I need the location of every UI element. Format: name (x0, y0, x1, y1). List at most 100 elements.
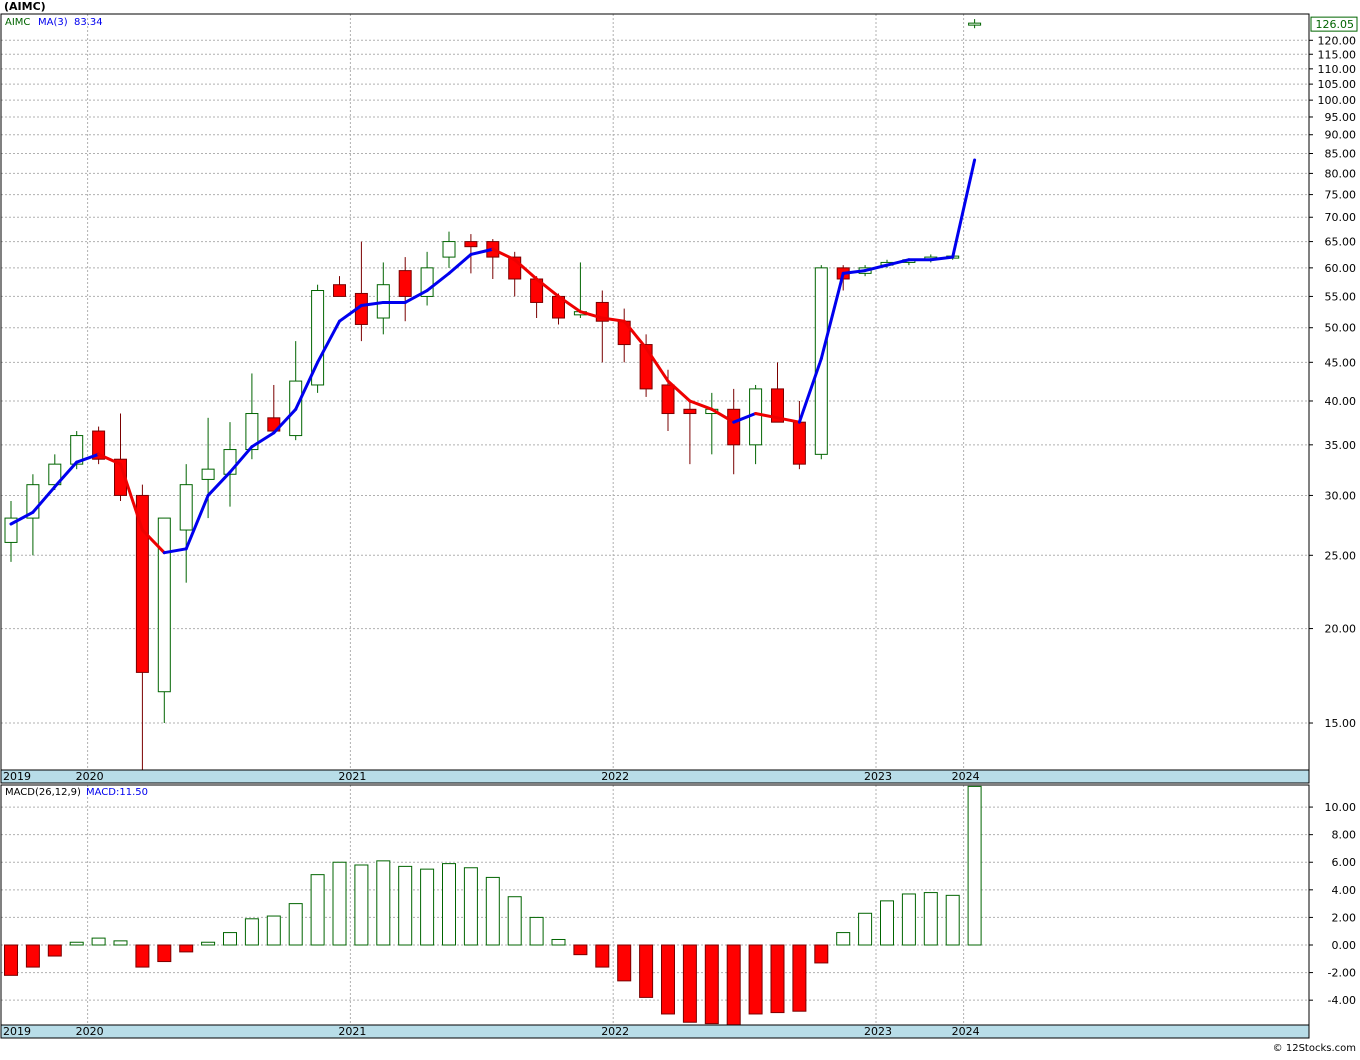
macd-bar-positive (923, 892, 938, 946)
price-x-label: 2024 (952, 770, 980, 783)
macd-bar-positive (836, 932, 851, 946)
price-tick-label: 100.00 (1318, 94, 1357, 107)
macd-bar-positive (507, 896, 522, 946)
macd-tick-label: 10.00 (1325, 801, 1357, 814)
macd-tick-label: 2.00 (1332, 911, 1357, 924)
macd-x-label: 2019 (3, 1025, 31, 1038)
macd-bar-negative (47, 944, 62, 957)
macd-bar-negative (573, 944, 588, 956)
price-tick-label: 75.00 (1325, 189, 1357, 202)
price-tick-label: 20.00 (1325, 623, 1357, 636)
price-x-label: 2019 (3, 770, 31, 783)
price-x-axis-band (0, 769, 1310, 784)
candle-body-down (727, 408, 741, 446)
macd-bar-negative (179, 944, 194, 953)
macd-bar-negative (704, 944, 719, 1025)
macd-bar-positive (442, 863, 456, 946)
chart-title: (AIMC) (4, 0, 46, 13)
macd-bar-negative (617, 944, 632, 982)
candle-body-down (792, 421, 806, 465)
macd-tick-label: 0.00 (1332, 939, 1357, 952)
price-x-label: 2021 (338, 770, 366, 783)
macd-bar-positive (201, 941, 216, 946)
macd-bar-negative (639, 944, 654, 998)
macd-bar-positive (901, 893, 916, 946)
macd-bar-positive (310, 874, 325, 946)
price-tick-label: 90.00 (1325, 129, 1357, 142)
price-tick-label: 70.00 (1325, 211, 1357, 224)
last-price-label: 126.05 (1316, 18, 1355, 31)
macd-bar-positive (288, 903, 303, 946)
macd-bar-positive (420, 868, 435, 946)
candle-body-up (201, 468, 215, 480)
candle-body-up (157, 517, 171, 693)
macd-x-axis-band (0, 1024, 1310, 1039)
macd-bar-negative (157, 944, 172, 963)
macd-bar-positive (113, 940, 128, 946)
macd-tick-label: -2.00 (1328, 967, 1356, 980)
candle-body-down (639, 344, 653, 390)
chart-root: 15.00 20.00 25.00 30.00 35.00 40.00 45.00 50.00… (0, 0, 1360, 1056)
candle-body-down (661, 384, 675, 415)
price-tick-label: 120.00 (1318, 34, 1357, 47)
legend-macd-value: MACD:11.50 (86, 787, 148, 798)
price-x-label: 2020 (76, 770, 104, 783)
macd-bar-negative (792, 944, 807, 1012)
candle-body-up (749, 388, 763, 446)
macd-x-label: 2020 (76, 1025, 104, 1038)
price-tick-label: 110.00 (1318, 63, 1357, 76)
price-tick-label: 85.00 (1325, 148, 1357, 161)
macd-x-label: 2024 (952, 1025, 980, 1038)
price-tick-label: 45.00 (1325, 356, 1357, 369)
macd-bar-negative (770, 944, 785, 1014)
price-x-label: 2023 (864, 770, 892, 783)
macd-bar-positive (266, 915, 281, 946)
price-tick-label: 115.00 (1318, 48, 1357, 61)
candle-body-up (442, 241, 456, 258)
macd-x-label: 2022 (601, 1025, 629, 1038)
legend-symbol: AIMC (5, 17, 30, 28)
price-tick-label: 15.00 (1325, 717, 1357, 730)
price-tick-label: 55.00 (1325, 290, 1357, 303)
macd-tick-label: 6.00 (1332, 856, 1357, 869)
macd-bar-positive (485, 876, 500, 946)
macd-bar-positive (967, 785, 982, 946)
macd-x-label: 2021 (338, 1025, 366, 1038)
macd-tick-label: 4.00 (1332, 884, 1357, 897)
macd-bar-negative (726, 944, 741, 1027)
candle-body-down (683, 408, 697, 415)
macd-bar-positive (463, 867, 478, 946)
macd-bar-positive (69, 941, 84, 946)
price-and-macd-chart: 15.00 20.00 25.00 30.00 35.00 40.00 45.00 50.00… (0, 0, 1360, 1056)
macd-bar-positive (880, 900, 894, 946)
macd-bar-positive (244, 918, 259, 946)
candle-body-down (333, 284, 346, 297)
macd-bar-negative (4, 944, 18, 976)
macd-bar-positive (332, 861, 347, 946)
macd-bar-positive (376, 860, 391, 946)
price-tick-label: 35.00 (1325, 439, 1357, 452)
macd-bar-positive (529, 916, 544, 946)
price-tick-label: 30.00 (1325, 489, 1357, 502)
legend-ma-label: MA(3) (38, 17, 68, 28)
macd-bar-negative (25, 944, 40, 968)
macd-tick-label: -4.00 (1328, 994, 1356, 1007)
price-tick-label: 95.00 (1325, 111, 1357, 124)
price-tick-label: 105.00 (1318, 78, 1357, 91)
legend-macd-label: MACD(26,12,9) (5, 787, 81, 798)
macd-bar-negative (682, 944, 697, 1023)
macd-bar-negative (135, 944, 150, 968)
candle-body-up (179, 484, 193, 531)
macd-tick-label: 8.00 (1332, 829, 1357, 842)
legend-ma-value: 83.34 (74, 17, 103, 28)
macd-bar-negative (748, 944, 763, 1015)
price-tick-label: 40.00 (1325, 395, 1357, 408)
footer-credit: © 12Stocks.com (1273, 1043, 1356, 1054)
macd-bar-positive (91, 937, 106, 946)
price-x-label: 2022 (601, 770, 629, 783)
macd-bar-positive (945, 894, 960, 946)
macd-bar-positive (551, 938, 566, 946)
price-tick-label: 50.00 (1325, 322, 1357, 335)
macd-bar-positive (858, 912, 873, 946)
candle-body-down (464, 241, 478, 248)
